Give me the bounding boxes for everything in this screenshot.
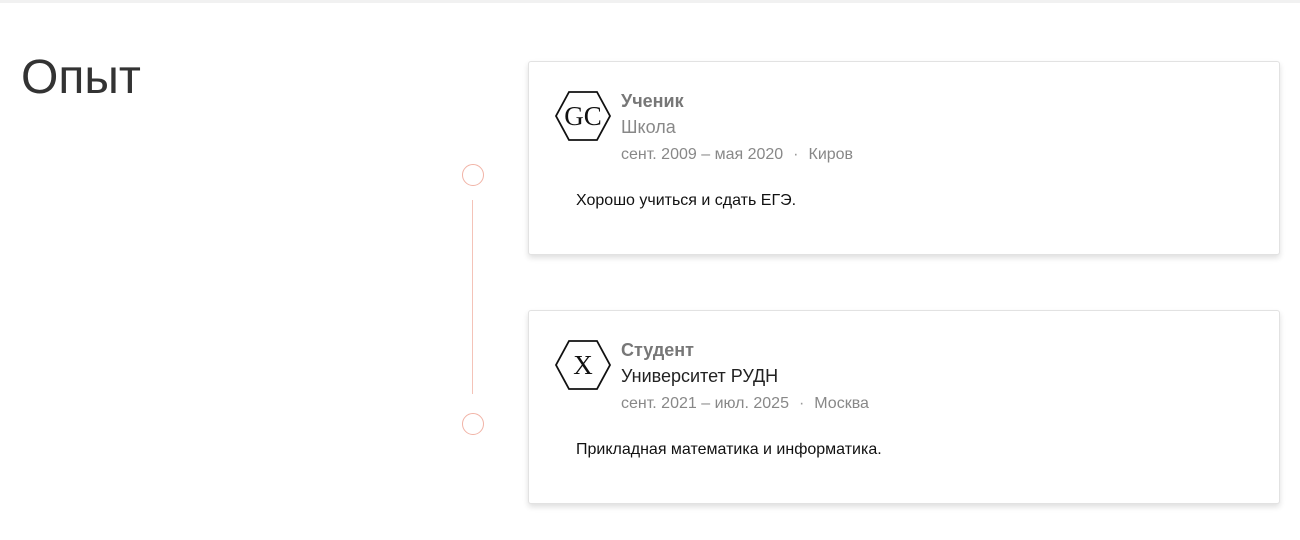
- role-title: Ученик: [621, 91, 684, 111]
- meta-separator: ·: [798, 395, 805, 412]
- location: Киров: [808, 146, 854, 163]
- experience-description: Прикладная математика и информатика.: [576, 441, 882, 458]
- hexagon-logo-icon: X: [554, 339, 612, 391]
- experience-meta: сент. 2021 – июл. 2025 · Москва: [621, 394, 869, 414]
- timeline-line: [472, 200, 473, 394]
- logo-text: GC: [564, 101, 602, 131]
- experience-card: X Студент Университет РУДН сент. 2021 – …: [528, 310, 1280, 504]
- timeline-node-1: [462, 164, 484, 186]
- experience-info: Студент Университет РУДН сент. 2021 – ию…: [621, 338, 869, 414]
- hexagon-logo-icon: GC: [554, 90, 612, 142]
- experience-info: Ученик Школа сент. 2009 – мая 2020 · Киров: [621, 89, 853, 165]
- location: Москва: [814, 395, 869, 412]
- top-divider: [0, 0, 1300, 3]
- date-range: сент. 2021 – июл. 2025: [621, 395, 789, 412]
- experience-card: GC Ученик Школа сент. 2009 – мая 2020 · Ки…: [528, 61, 1280, 255]
- role-title: Студент: [621, 340, 694, 360]
- section-title: Опыт: [21, 51, 141, 104]
- organization-name: Школа: [621, 117, 676, 137]
- date-range: сент. 2009 – мая 2020: [621, 146, 784, 163]
- organization-name: Университет РУДН: [621, 366, 779, 386]
- experience-page: Опыт GC Ученик Школа сент. 2009 – мая 20…: [0, 0, 1300, 540]
- experience-description: Хорошо учиться и сдать ЕГЭ.: [576, 192, 797, 209]
- meta-separator: ·: [793, 146, 799, 163]
- experience-meta: сент. 2009 – мая 2020 · Киров: [621, 145, 853, 165]
- logo-text: X: [573, 350, 593, 380]
- timeline-node-2: [462, 413, 484, 435]
